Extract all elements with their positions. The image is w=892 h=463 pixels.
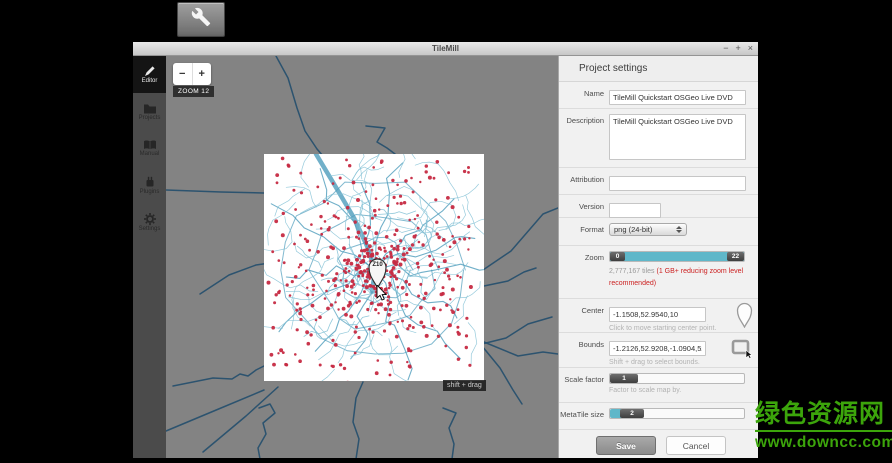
- wrench-icon: [191, 7, 211, 32]
- zoom-max-handle[interactable]: 22: [727, 252, 744, 261]
- bounds-rect-icon[interactable]: [731, 339, 753, 364]
- map-canvas[interactable]: − + ZOOM 12 Z10 shift + drag: [166, 56, 558, 458]
- version-row: Version: [559, 195, 758, 218]
- sidebar-item-label: Settings: [139, 226, 161, 232]
- description-label: Description: [559, 114, 609, 167]
- scale-factor-slider[interactable]: 1: [609, 373, 745, 384]
- zoom-level-badge: ZOOM 12: [173, 86, 214, 97]
- window-title: TileMill: [432, 44, 459, 53]
- zoom-row: Zoom 0 22 2,777,167 tiles (1 GB+ reducin…: [559, 246, 758, 299]
- format-select[interactable]: png (24-bit): [609, 223, 687, 236]
- zoom-label: Zoom: [559, 251, 609, 298]
- zoom-out-button[interactable]: −: [173, 63, 192, 85]
- minimize-icon[interactable]: −: [723, 42, 728, 55]
- sidebar-item-manual[interactable]: Manual: [133, 130, 166, 167]
- project-settings-panel: Project settings Name Description TileMi…: [558, 56, 758, 458]
- description-textarea[interactable]: TileMill Quickstart OSGeo Live DVD: [609, 114, 746, 160]
- center-help: Click to move starting center point.: [609, 325, 746, 332]
- zoom-min-handle[interactable]: 0: [610, 252, 625, 261]
- plug-icon: [144, 176, 156, 188]
- folder-icon: [143, 103, 157, 114]
- attribution-label: Attribution: [559, 173, 609, 194]
- center-input[interactable]: [609, 307, 706, 322]
- watermark-url: www.downcc.com: [755, 432, 892, 451]
- metatile-row: MetaTile size 2: [559, 403, 758, 430]
- metatile-slider[interactable]: 2: [609, 408, 745, 419]
- sidebar: Editor Projects Manual Plugins: [133, 56, 166, 458]
- zoom-range-slider[interactable]: 0 22: [609, 251, 745, 262]
- attribution-input[interactable]: [609, 176, 746, 191]
- close-icon[interactable]: ×: [748, 42, 753, 55]
- format-label: Format: [559, 223, 609, 245]
- scale-factor-row: Scale factor 1 Factor to scale map by.: [559, 368, 758, 403]
- window-titlebar[interactable]: TileMill − + ×: [133, 42, 758, 56]
- metatile-handle[interactable]: 2: [620, 409, 644, 418]
- name-row: Name: [559, 82, 758, 109]
- zoom-in-button[interactable]: +: [192, 63, 212, 85]
- center-label: Center: [559, 304, 609, 332]
- attribution-row: Attribution: [559, 168, 758, 195]
- format-row: Format png (24-bit): [559, 218, 758, 246]
- sidebar-item-label: Plugins: [140, 189, 160, 195]
- marker-label: Z10: [368, 262, 387, 268]
- bounds-label: Bounds: [559, 338, 609, 367]
- map-zoom-control: − +: [173, 63, 211, 85]
- bounds-help: Shift + drag to select bounds.: [609, 359, 746, 366]
- sidebar-item-editor[interactable]: Editor: [133, 56, 166, 93]
- sidebar-item-projects[interactable]: Projects: [133, 93, 166, 130]
- map-pin-icon[interactable]: [736, 302, 753, 333]
- scale-factor-label: Scale factor: [559, 373, 609, 402]
- sidebar-item-settings[interactable]: Settings: [133, 204, 166, 241]
- metatile-label: MetaTile size: [559, 408, 609, 429]
- panel-title: Project settings: [559, 56, 758, 82]
- description-row: Description TileMill Quickstart OSGeo Li…: [559, 109, 758, 168]
- drag-hint-tooltip: shift + drag: [443, 380, 486, 391]
- bounds-input[interactable]: [609, 341, 706, 356]
- watermark-site-name: 绿色资源网: [755, 402, 892, 432]
- sidebar-item-label: Manual: [140, 151, 160, 157]
- taskbar-tool-button[interactable]: [177, 2, 225, 37]
- spinner-icon: [676, 226, 682, 233]
- scale-factor-handle[interactable]: 1: [610, 374, 638, 383]
- version-input[interactable]: [609, 203, 661, 218]
- book-icon: [143, 140, 157, 150]
- version-label: Version: [559, 200, 609, 217]
- map-render: [166, 56, 558, 458]
- sidebar-item-label: Projects: [139, 115, 161, 121]
- center-row: Center Click to move starting center poi…: [559, 299, 758, 333]
- scale-factor-help: Factor to scale map by.: [609, 387, 746, 394]
- zoom-tiles-note: 2,777,167 tiles (1 GB+ reducing zoom lev…: [609, 266, 749, 291]
- name-input[interactable]: [609, 90, 746, 105]
- sidebar-item-label: Editor: [142, 78, 158, 84]
- save-button[interactable]: Save: [596, 436, 656, 455]
- bounds-row: Bounds Shift + drag to select bounds.: [559, 333, 758, 368]
- mouse-cursor-icon: [376, 285, 388, 307]
- pencil-icon: [144, 65, 156, 77]
- watermark: 绿色资源网 www.downcc.com: [755, 402, 892, 451]
- cancel-button[interactable]: Cancel: [666, 436, 726, 455]
- format-value: png (24-bit): [614, 225, 652, 234]
- gear-icon: [144, 213, 156, 225]
- tilemill-window: TileMill − + × Editor Projects: [133, 42, 758, 458]
- name-label: Name: [559, 87, 609, 108]
- sidebar-item-plugins[interactable]: Plugins: [133, 167, 166, 204]
- panel-footer: Save Cancel: [559, 430, 758, 458]
- maximize-icon[interactable]: +: [735, 42, 740, 55]
